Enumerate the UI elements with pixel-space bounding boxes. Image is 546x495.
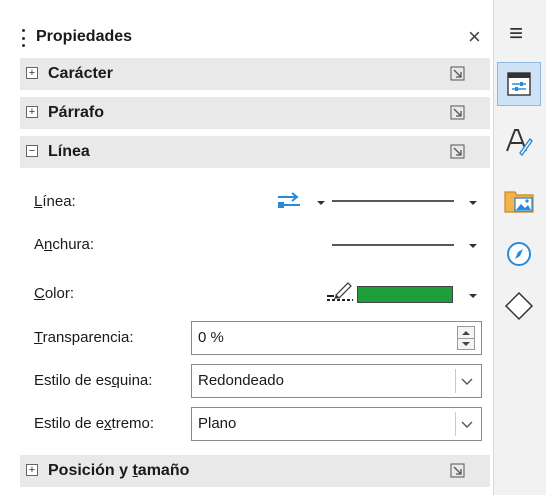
panel-title: Propiedades: [36, 28, 133, 45]
chevron-down-icon[interactable]: [468, 292, 478, 300]
corner-style-value: Redondeado: [198, 372, 284, 389]
more-options-icon[interactable]: [450, 105, 466, 121]
chevron-down-icon[interactable]: [316, 199, 326, 207]
tab-properties[interactable]: [497, 62, 541, 106]
esquina-label: Estilo de esquina:: [34, 372, 153, 389]
spin-up-icon[interactable]: [461, 329, 471, 337]
anchura-label: Anchura:: [34, 236, 95, 253]
spin-down-icon[interactable]: [461, 340, 471, 348]
corner-style-select[interactable]: Redondeado: [191, 364, 482, 398]
line-width-selector[interactable]: [330, 237, 456, 253]
expand-icon[interactable]: +: [26, 67, 38, 79]
line-style-selector[interactable]: [330, 193, 456, 209]
more-options-icon[interactable]: [450, 463, 466, 479]
section-parrafo[interactable]: + Párrafo: [20, 97, 490, 129]
styles-icon: [506, 129, 533, 157]
transparency-value[interactable]: 0 %: [198, 329, 224, 346]
chevron-down-icon[interactable]: [461, 419, 473, 429]
cap-style-select[interactable]: Plano: [191, 407, 482, 441]
line-arrows-icon[interactable]: [276, 192, 302, 210]
menu-icon[interactable]: ≡: [509, 22, 523, 46]
chevron-down-icon[interactable]: [468, 199, 478, 207]
expand-icon[interactable]: +: [26, 106, 38, 118]
section-title: Línea: [48, 143, 90, 160]
expand-icon[interactable]: +: [26, 464, 38, 476]
tab-navigator[interactable]: [497, 232, 541, 276]
section-linea[interactable]: − Línea: [20, 136, 490, 168]
shapes-icon: [504, 291, 534, 321]
transparency-spinbox[interactable]: 0 %: [191, 321, 482, 355]
gallery-icon: [504, 191, 534, 213]
color-swatch[interactable]: [357, 286, 453, 303]
chevron-down-icon[interactable]: [468, 242, 478, 250]
properties-deck: Propiedades × + Carácter + Párrafo − Lín…: [0, 0, 494, 495]
tab-shapes[interactable]: [497, 284, 541, 328]
color-label: Color:: [34, 285, 75, 302]
section-title: Párrafo: [48, 104, 105, 121]
properties-icon: [507, 72, 531, 96]
cap-style-value: Plano: [198, 415, 237, 432]
line-color-icon[interactable]: [326, 281, 354, 303]
panel-titlebar: Propiedades ×: [0, 20, 494, 56]
close-icon[interactable]: ×: [468, 23, 481, 51]
linea-label: Línea:: [34, 193, 76, 210]
drag-handle-icon[interactable]: [22, 29, 25, 47]
section-caracter[interactable]: + Carácter: [20, 58, 490, 90]
dropdown-button[interactable]: [455, 412, 477, 436]
section-title: Posición y tamaño: [48, 462, 190, 479]
navigator-icon: [507, 242, 531, 266]
transparencia-label: Transparencia:: [34, 329, 134, 346]
section-title: Carácter: [48, 65, 113, 82]
chevron-down-icon[interactable]: [461, 376, 473, 386]
more-options-icon[interactable]: [450, 66, 466, 82]
collapse-icon[interactable]: −: [26, 145, 38, 157]
extremo-label: Estilo de extremo:: [34, 415, 155, 432]
section-posicion-tamano[interactable]: + Posición y tamaño: [20, 455, 490, 487]
more-options-icon[interactable]: [450, 144, 466, 160]
dropdown-button[interactable]: [455, 369, 477, 393]
spin-buttons[interactable]: [457, 326, 475, 350]
tab-styles[interactable]: [497, 120, 541, 164]
tab-gallery[interactable]: [497, 178, 541, 222]
